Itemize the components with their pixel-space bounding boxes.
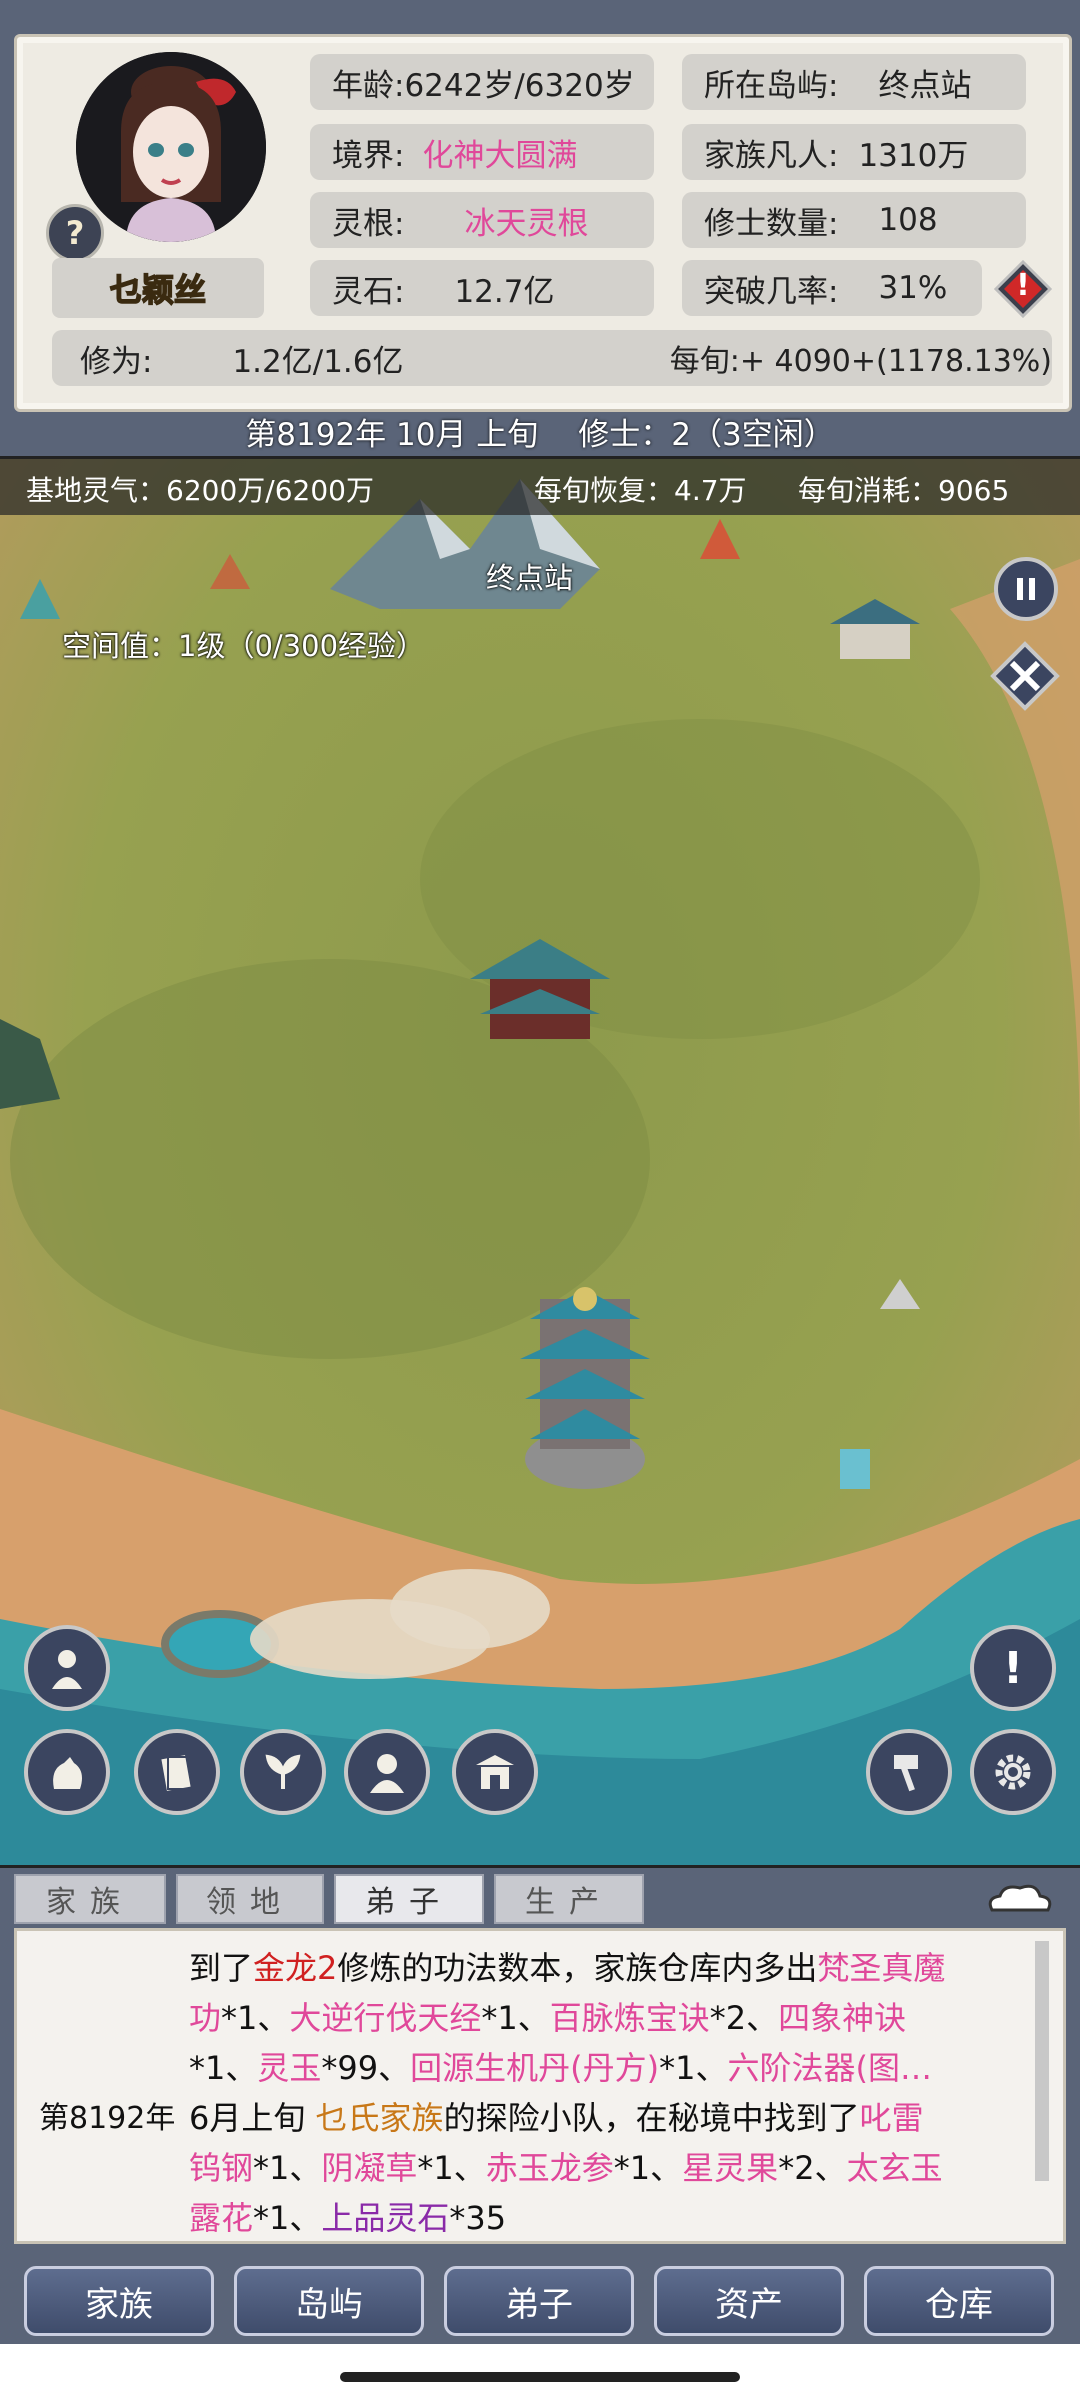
alert-icon: ! <box>1002 1642 1024 1694</box>
nav-islands[interactable]: 岛屿 <box>234 2266 424 2336</box>
log-line: *1、灵玉*99、回源生机丹(丹方)*1、六阶法器(图… <box>189 2049 932 2087</box>
gate-icon <box>476 1755 514 1789</box>
cloud-icon <box>988 1884 1052 1912</box>
breakthrough-value: 31% <box>878 270 948 306</box>
pause-button[interactable] <box>994 557 1058 621</box>
cultivators-stat: 修士数量: 108 <box>682 192 1026 248</box>
spirit-stone-value: 12.7亿 <box>454 273 555 310</box>
current-date: 第8192年 10月 上旬 <box>245 416 539 453</box>
island-stat: 所在岛屿: 终点站 <box>682 54 1026 110</box>
bottom-nav: 家族 岛屿 弟子 资产 仓库 <box>0 2256 1080 2342</box>
pause-icon <box>1017 578 1035 600</box>
spirit-root-label: 灵根: <box>332 205 405 242</box>
mortals-label: 家族凡人: <box>704 137 839 174</box>
map-terrain <box>0 459 1080 1865</box>
person-button[interactable] <box>344 1729 430 1815</box>
home-indicator[interactable] <box>340 2372 740 2382</box>
log-line: 功*1、大逆行伐天经*1、百脉炼宝诀*2、四象神诀 <box>189 1999 907 2037</box>
mortals-stat: 家族凡人: 1310万 <box>682 124 1026 180</box>
breakthrough-stat: 突破几率: 31% <box>682 260 982 316</box>
character-portrait[interactable] <box>76 52 266 242</box>
nav-disciples[interactable]: 弟子 <box>444 2266 634 2336</box>
qi-recovery: 每旬恢复：4.7万 <box>534 474 747 507</box>
location-name: 终点站 <box>486 561 574 595</box>
herb-icon <box>265 1754 301 1789</box>
close-button[interactable] <box>990 641 1060 711</box>
spirit-root-stat: 灵根: 冰天灵根 <box>310 192 654 248</box>
bag-icon <box>53 1757 82 1789</box>
gear-icon <box>995 1754 1031 1790</box>
cultivators-value: 108 <box>878 202 938 238</box>
hammer-icon <box>894 1755 918 1792</box>
spirit-stone-label: 灵石: <box>332 273 405 310</box>
character-name[interactable]: 乜颖丝 <box>52 258 264 318</box>
cultivators-label: 修士数量: <box>704 205 839 242</box>
person-icon <box>370 1754 404 1793</box>
card-icon <box>161 1755 193 1791</box>
age-stat: 年龄: 6242岁/6320岁 <box>310 54 654 110</box>
realm-stat: 境界: 化神大圆满 <box>310 124 654 180</box>
base-qi-bar: 基地灵气：6200万/6200万 每旬恢复：4.7万 每旬消耗：9065 <box>0 459 1080 515</box>
age-value: 6242岁/6320岁 <box>404 67 635 104</box>
tab-production[interactable]: 生产 <box>494 1874 644 1924</box>
breakthrough-label: 突破几率: <box>704 273 839 310</box>
per-period-gain: 每旬:+ 4090+(1178.13%) <box>669 344 1052 379</box>
log-tabs: 家族 领地 弟子 生产 <box>0 1870 1080 1926</box>
tab-territory[interactable]: 领地 <box>176 1874 324 1924</box>
alert-button[interactable]: ! <box>970 1625 1056 1711</box>
log-scrollbar[interactable] <box>1035 1941 1049 2181</box>
help-icon: ? <box>65 214 85 252</box>
nav-family[interactable]: 家族 <box>24 2266 214 2336</box>
log-line: 露花*1、上品灵石*35 <box>189 2199 507 2237</box>
spirit-root-value: 冰天灵根 <box>464 205 589 242</box>
qi-consumption: 每旬消耗：9065 <box>798 474 1010 507</box>
disciple-icon <box>52 1650 82 1689</box>
tab-disciples[interactable]: 弟子 <box>334 1874 484 1924</box>
realm-label: 境界: <box>332 137 405 174</box>
date-bar: 第8192年 10月 上旬 修士：2（3空闲） <box>0 408 1080 454</box>
cultivation-stat: 修为: 1.2亿/1.6亿 每旬:+ 4090+(1178.13%) <box>52 330 1052 386</box>
realm-value: 化神大圆满 <box>422 137 578 174</box>
log-date: 第8192年 <box>39 2101 176 2136</box>
event-log[interactable]: 到了金龙2修炼的功法数本，家族仓库内多出梵圣真魔 功*1、大逆行伐天经*1、百脉… <box>14 1928 1066 2244</box>
cultivation-value: 1.2亿/1.6亿 <box>232 343 404 380</box>
avatar <box>76 52 266 242</box>
territory-map[interactable]: 基地灵气：6200万/6200万 每旬恢复：4.7万 每旬消耗：9065 终点站… <box>0 456 1080 1868</box>
warning-glyph: ! <box>1016 268 1030 303</box>
base-qi: 基地灵气：6200万/6200万 <box>26 474 374 507</box>
mortals-value: 1310万 <box>858 137 969 174</box>
tab-family[interactable]: 家族 <box>14 1874 166 1924</box>
close-icon <box>990 641 1060 711</box>
cultivation-label: 修为: <box>80 343 153 380</box>
log-line: 到了金龙2修炼的功法数本，家族仓库内多出梵圣真魔 <box>189 1949 946 1987</box>
spirit-stone-stat: 灵石: 12.7亿 <box>310 260 654 316</box>
nav-assets[interactable]: 资产 <box>654 2266 844 2336</box>
log-line: 6月上旬 乜氏家族的探险小队，在秘境中找到了叱雷 <box>189 2099 924 2137</box>
log-line: 钨钢*1、阴凝草*1、赤玉龙参*1、星灵果*2、太玄玉 <box>189 2149 943 2187</box>
settings-button[interactable] <box>970 1729 1056 1815</box>
cultivator-status: 修士：2（3空闲） <box>578 416 835 453</box>
build-button[interactable] <box>866 1729 952 1815</box>
card-button[interactable] <box>134 1729 220 1815</box>
bag-button[interactable] <box>24 1729 110 1815</box>
herb-button[interactable] <box>240 1729 326 1815</box>
nav-warehouse[interactable]: 仓库 <box>864 2266 1054 2336</box>
age-label: 年龄: <box>332 67 405 104</box>
island-label: 所在岛屿: <box>704 67 839 104</box>
space-value: 空间值：1级（0/300经验） <box>62 629 426 663</box>
island-value: 终点站 <box>878 67 972 104</box>
gate-button[interactable] <box>452 1729 538 1815</box>
cloud-menu-button[interactable] <box>982 1880 1058 1920</box>
help-button[interactable]: ? <box>46 204 104 262</box>
disciple-button[interactable] <box>24 1625 110 1711</box>
